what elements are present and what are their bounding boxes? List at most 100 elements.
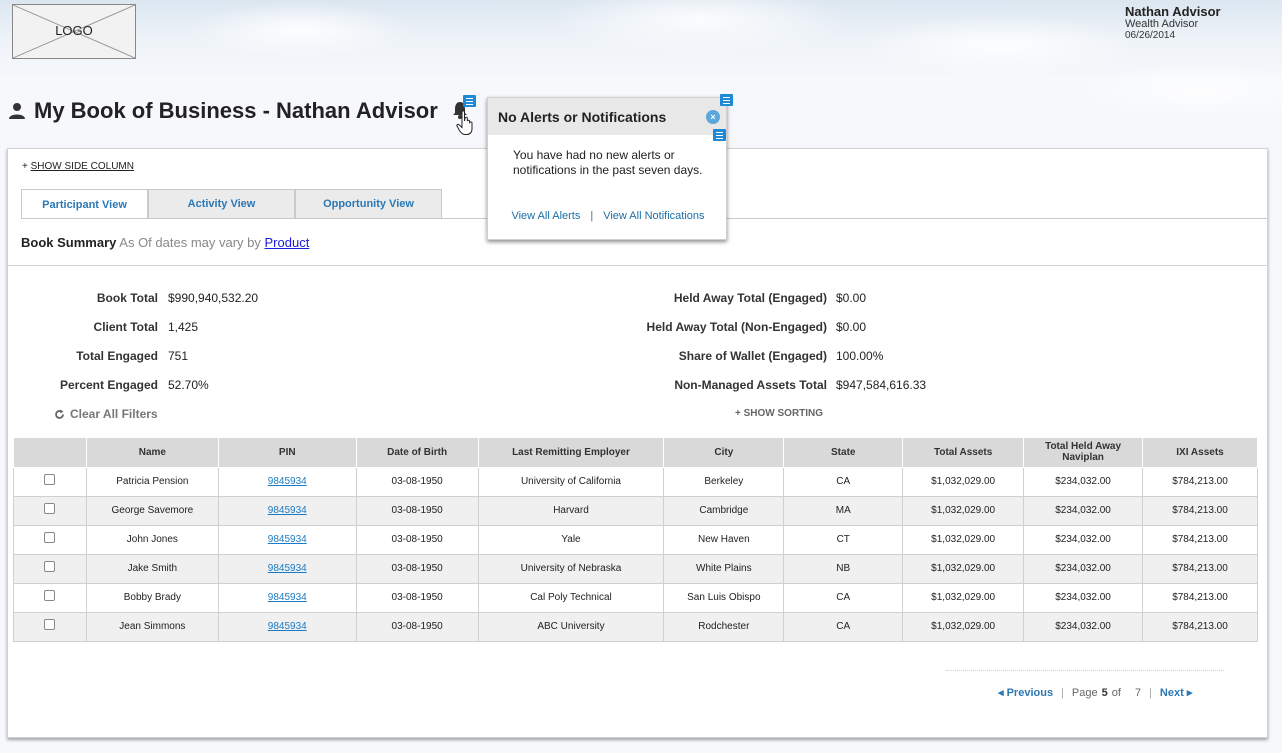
close-icon[interactable]: ×	[706, 110, 720, 124]
table-row[interactable]: George Savemore 9845934 03-08-1950 Harva…	[13, 495, 1258, 526]
pin-link[interactable]: 9845934	[268, 621, 307, 632]
pin-link[interactable]: 9845934	[268, 534, 307, 545]
person-icon	[9, 103, 25, 119]
row-checkbox[interactable]	[44, 589, 56, 601]
column-header-employer[interactable]: Last Remitting Employer	[477, 438, 665, 468]
cell-name: George Savemore	[85, 495, 219, 526]
cell-city: Cambridge	[663, 495, 785, 526]
pin-link[interactable]: 9845934	[268, 563, 307, 574]
cell-pin: 9845934	[217, 553, 357, 584]
popup-title: No Alerts or Notifications	[498, 109, 667, 125]
view-tabs: Participant View Activity View Opportuni…	[21, 189, 442, 219]
cell-employer: ABC University	[477, 611, 665, 642]
view-all-notifications-link[interactable]: View All Notifications	[603, 210, 704, 222]
logo[interactable]: LOGO	[12, 4, 136, 59]
tab-participant-view[interactable]: Participant View	[21, 189, 148, 219]
product-link[interactable]: Product	[265, 235, 310, 250]
pagination-separator: |	[1061, 686, 1064, 699]
user-name: Nathan Advisor	[1125, 4, 1221, 19]
column-header-state[interactable]: State	[783, 438, 904, 468]
cell-state: CT	[783, 524, 904, 555]
book-summary-heading: Book Summary As Of dates may vary by Pro…	[21, 235, 309, 250]
cell-held-away: $234,032.00	[1023, 495, 1144, 526]
cell-ixi-assets: $784,213.00	[1142, 553, 1258, 584]
cell-pin: 9845934	[217, 466, 357, 497]
summary-note: As Of dates may vary by	[119, 235, 261, 250]
row-select-cell	[13, 553, 87, 584]
row-select-cell	[13, 524, 87, 555]
participants-table: Name PIN Date of Birth Last Remitting Em…	[13, 438, 1258, 642]
row-checkbox[interactable]	[44, 531, 56, 543]
column-header-dob[interactable]: Date of Birth	[355, 438, 479, 468]
table-row[interactable]: Patricia Pension 9845934 03-08-1950 Univ…	[13, 466, 1258, 497]
stat-value: $947,584,616.33	[836, 378, 927, 392]
cell-city: New Haven	[663, 524, 785, 555]
tab-opportunity-view[interactable]: Opportunity View	[295, 189, 442, 218]
column-header-name[interactable]: Name	[85, 438, 219, 468]
pagination: ◂ Previous | Page 5 of 7 | Next ▸	[998, 686, 1192, 700]
chevron-right-icon: ▸	[1186, 687, 1193, 699]
row-checkbox[interactable]	[44, 560, 56, 572]
clear-all-filters[interactable]: Clear All Filters	[54, 407, 158, 421]
user-info: Nathan Advisor Wealth Advisor 06/26/2014	[1125, 4, 1221, 42]
cell-total-assets: $1,032,029.00	[902, 466, 1025, 497]
summary-divider	[8, 265, 1267, 266]
cell-city: San Luis Obispo	[663, 582, 785, 613]
row-select-cell	[13, 495, 87, 526]
note-icon[interactable]	[713, 129, 726, 141]
cell-employer: University of Nebraska	[477, 553, 665, 584]
note-icon[interactable]	[463, 95, 476, 107]
pagination-separator: |	[1149, 686, 1152, 699]
user-date: 06/26/2014	[1125, 30, 1176, 41]
page-title: My Book of Business - Nathan Advisor	[34, 98, 438, 123]
cell-dob: 03-08-1950	[355, 495, 479, 526]
cell-held-away: $234,032.00	[1023, 553, 1144, 584]
table-row[interactable]: John Jones 9845934 03-08-1950 Yale New H…	[13, 524, 1258, 555]
table-row[interactable]: Jake Smith 9845934 03-08-1950 University…	[13, 553, 1258, 584]
popup-link-separator: |	[590, 210, 594, 222]
cell-pin: 9845934	[217, 611, 357, 642]
cell-name: Bobby Brady	[85, 582, 219, 613]
note-icon[interactable]	[720, 94, 733, 106]
refresh-icon	[55, 409, 64, 419]
cell-total-assets: $1,032,029.00	[902, 553, 1025, 584]
column-header-pin[interactable]: PIN	[217, 438, 357, 468]
pin-link[interactable]: 9845934	[268, 476, 307, 487]
stat-label: Client Total	[93, 320, 158, 334]
column-header-ixi-assets[interactable]: IXI Assets	[1142, 438, 1258, 468]
row-checkbox[interactable]	[44, 618, 56, 630]
stat-value: $0.00	[836, 291, 867, 305]
row-checkbox[interactable]	[44, 502, 56, 514]
cell-total-assets: $1,032,029.00	[902, 524, 1025, 555]
show-sorting[interactable]: + SHOW SORTING	[735, 408, 823, 419]
table-row[interactable]: Bobby Brady 9845934 03-08-1950 Cal Poly …	[13, 582, 1258, 613]
current-page: 5	[1101, 686, 1108, 699]
cell-state: MA	[783, 495, 904, 526]
cell-name: Jean Simmons	[85, 611, 219, 642]
table-row[interactable]: Jean Simmons 9845934 03-08-1950 ABC Univ…	[13, 611, 1258, 642]
cell-total-assets: $1,032,029.00	[902, 495, 1025, 526]
pin-link[interactable]: 9845934	[268, 592, 307, 603]
view-all-alerts-link[interactable]: View All Alerts	[511, 210, 580, 222]
cell-name: Jake Smith	[85, 553, 219, 584]
stat-value: 100.00%	[836, 349, 884, 363]
stat-label: Held Away Total (Non-Engaged)	[646, 320, 827, 334]
stat-value: 1,425	[168, 320, 199, 334]
cell-ixi-assets: $784,213.00	[1142, 524, 1258, 555]
table-header-row: Name PIN Date of Birth Last Remitting Em…	[13, 438, 1258, 468]
row-checkbox[interactable]	[44, 473, 56, 485]
previous-page-button[interactable]: ◂ Previous	[998, 686, 1053, 699]
stat-label: Non-Managed Assets Total	[674, 378, 827, 392]
popup-header: No Alerts or Notifications ×	[488, 98, 726, 135]
tab-activity-view[interactable]: Activity View	[148, 189, 295, 218]
column-header-city[interactable]: City	[663, 438, 785, 468]
column-header-held-away[interactable]: Total Held Away Naviplan	[1023, 438, 1144, 468]
show-side-column[interactable]: + SHOW SIDE COLUMN	[22, 161, 134, 172]
row-select-cell	[13, 582, 87, 613]
cell-employer: Yale	[477, 524, 665, 555]
side-column-link[interactable]: SHOW SIDE COLUMN	[31, 161, 134, 172]
next-page-button[interactable]: Next ▸	[1160, 686, 1192, 699]
alerts-popup: No Alerts or Notifications × You have ha…	[487, 97, 727, 240]
pin-link[interactable]: 9845934	[268, 505, 307, 516]
column-header-total-assets[interactable]: Total Assets	[902, 438, 1025, 468]
